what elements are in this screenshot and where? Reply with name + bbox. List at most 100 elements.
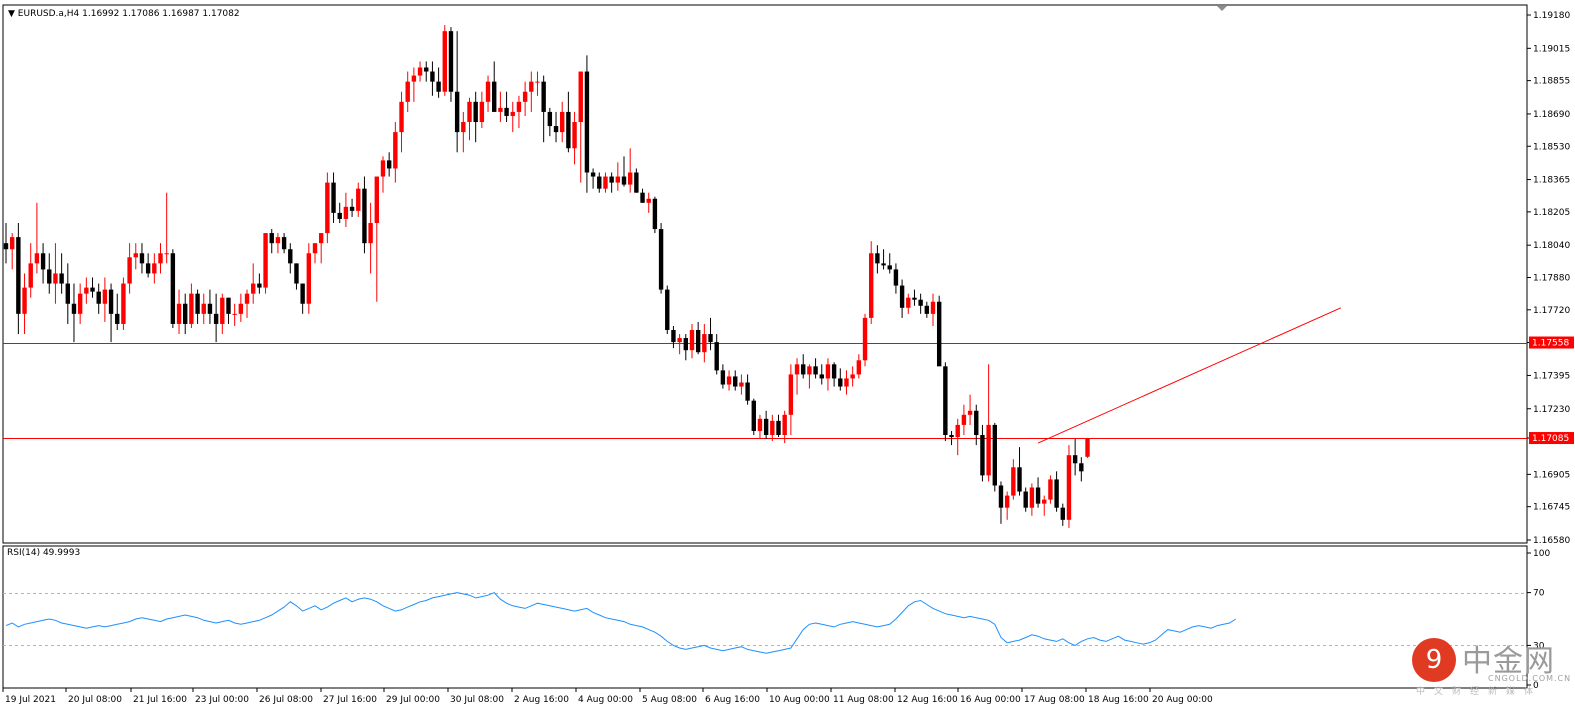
- candle: [943, 362, 948, 442]
- price-tick-label: 1.16905: [1533, 470, 1570, 480]
- candle-body: [986, 424, 991, 476]
- candle-body: [368, 222, 373, 244]
- candle-body: [553, 126, 559, 133]
- candle-body: [770, 420, 775, 435]
- candle-body: [479, 101, 485, 123]
- candle-body: [535, 81, 540, 83]
- candle-body: [189, 293, 194, 324]
- candle: [263, 233, 268, 294]
- candle-body: [906, 297, 911, 308]
- watermark-site: CNGOLD.COM.CN: [1488, 674, 1572, 683]
- candle: [325, 172, 330, 244]
- candle-body: [967, 410, 973, 415]
- candle-body: [442, 31, 447, 92]
- candle-body: [609, 176, 614, 183]
- candle-body: [343, 206, 349, 219]
- time-tick-label: 10 Aug 00:00: [769, 695, 830, 705]
- candle-body: [875, 253, 880, 264]
- candle-body: [998, 485, 1004, 508]
- time-tick-label: 27 Jul 16:00: [323, 695, 377, 705]
- candle-body: [943, 366, 948, 435]
- dropdown-triangle-icon[interactable]: ▼: [8, 9, 15, 19]
- candle-body: [1072, 455, 1078, 464]
- candle-body: [566, 111, 571, 149]
- candle-body: [133, 253, 138, 258]
- candle-body: [34, 253, 40, 264]
- candle-body: [683, 338, 688, 351]
- candle-body: [53, 273, 58, 284]
- candle-body: [461, 122, 466, 133]
- candle-body: [430, 71, 435, 82]
- candle-body: [869, 253, 874, 318]
- candle-body: [912, 297, 917, 300]
- chart-canvas: 1.19180 1.19015 1.18855 1.18690 1.18530 1.183…: [2, 4, 1574, 705]
- candle-body: [121, 283, 126, 324]
- candle-body: [627, 172, 633, 185]
- candle-body: [238, 303, 244, 314]
- price-tag-label: 1.17558: [1532, 339, 1569, 349]
- candle-body: [275, 237, 281, 244]
- rsi-tick-label: 100: [1533, 549, 1550, 559]
- candle-body: [473, 101, 478, 123]
- candle-body: [652, 198, 658, 230]
- price-tick-label: 1.18205: [1533, 208, 1570, 218]
- candle-body: [726, 376, 732, 385]
- candle-body: [887, 265, 892, 270]
- candle-body: [325, 182, 330, 234]
- candle-body: [102, 289, 108, 304]
- candle-body: [813, 366, 818, 375]
- candle-body: [59, 273, 64, 284]
- rsi-tick-label: 70: [1533, 589, 1545, 599]
- price-tick-label: 1.18040: [1533, 241, 1570, 251]
- candle-body: [578, 71, 583, 123]
- candle-body: [405, 81, 410, 102]
- candle-body: [572, 122, 577, 149]
- candle-body: [115, 313, 120, 324]
- price-pane: [2, 4, 1528, 544]
- candle-body: [541, 81, 546, 112]
- time-tick-label: 18 Aug 16:00: [1088, 695, 1149, 705]
- candle-body: [1066, 455, 1072, 520]
- candle-body: [220, 297, 225, 324]
- candle-body: [424, 67, 429, 72]
- candle-body: [47, 269, 52, 284]
- candle-body: [677, 338, 682, 343]
- price-frame: [2, 4, 1528, 544]
- time-tick-label: 4 Aug 00:00: [578, 695, 633, 705]
- candle-body: [40, 253, 46, 270]
- candle-body: [1011, 467, 1016, 496]
- candle-body: [139, 253, 145, 264]
- candle-body: [158, 253, 163, 264]
- time-tick-label: 12 Aug 16:00: [897, 695, 958, 705]
- candle-body: [621, 176, 627, 185]
- candle-body: [16, 237, 21, 314]
- candle-body: [899, 285, 905, 308]
- candle-body: [560, 111, 565, 133]
- candle: [1048, 475, 1053, 504]
- candle-body: [671, 330, 676, 343]
- candle-body: [281, 237, 287, 250]
- candle-body: [763, 418, 769, 435]
- candle: [862, 313, 868, 367]
- candle-body: [244, 293, 250, 304]
- candle: [652, 196, 658, 234]
- candle-body: [108, 289, 114, 314]
- candle-body: [176, 303, 182, 324]
- watermark-logo: 9 中金网 CNGOLD.COM.CN 中文财经新媒体: [1410, 636, 1570, 697]
- candle-body: [819, 374, 824, 379]
- candle-body: [844, 378, 849, 387]
- candle-body: [96, 291, 101, 304]
- candle-body: [312, 243, 318, 254]
- candle: [442, 25, 447, 96]
- candle-body: [257, 283, 262, 288]
- candle-body: [183, 303, 188, 324]
- candle-body: [417, 67, 423, 76]
- candle-body: [207, 303, 213, 314]
- candle-body: [949, 435, 954, 438]
- candle-body: [757, 418, 763, 431]
- price-tick-label: 1.19180: [1533, 11, 1570, 21]
- candle-body: [201, 303, 206, 314]
- price-tick-label: 1.18365: [1533, 176, 1570, 186]
- symbol-info: EURUSD.a,H4 1.16992 1.17086 1.16987 1.17…: [17, 9, 240, 19]
- candle: [1066, 445, 1072, 528]
